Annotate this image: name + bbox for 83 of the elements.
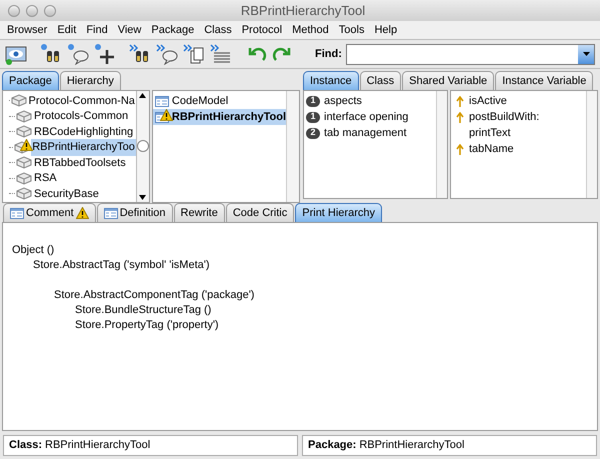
menu-item[interactable]: Protocol (236, 22, 288, 38)
document-icon (154, 96, 169, 106)
menu-item[interactable]: View (112, 22, 146, 38)
menu-item[interactable]: Edit (52, 22, 82, 38)
tab[interactable]: Instance Variable (495, 71, 594, 90)
scroll-down-icon[interactable] (139, 194, 146, 200)
package-icon (16, 110, 32, 123)
up-arrow-icon (456, 112, 464, 122)
plus-icon[interactable] (94, 43, 116, 65)
menu-item[interactable]: Find (81, 22, 113, 38)
hierarchy-line: Store.BundleStructureTag () (75, 303, 212, 318)
package-icon (16, 156, 32, 170)
package-icon (10, 94, 27, 108)
package-icon (16, 187, 32, 200)
status-value: RBPrintHierarchyTool (45, 438, 150, 454)
scrollbar[interactable] (286, 91, 299, 202)
find-label: Find: (315, 46, 342, 62)
scroll-thumb[interactable] (136, 140, 149, 152)
find-field[interactable] (346, 44, 595, 64)
caret-icon (582, 52, 590, 56)
up-arrow-icon (456, 96, 464, 106)
package-item[interactable]: SecurityBase (3, 186, 136, 202)
package-icon (16, 172, 32, 185)
menu-item[interactable]: Class (199, 22, 237, 38)
menu-item[interactable]: Method (287, 22, 334, 38)
category-row[interactable]: 1 interface opening (306, 109, 436, 125)
tab[interactable]: Class (360, 71, 402, 90)
menu-item[interactable]: Tools (334, 22, 370, 38)
count-badge: 1 (306, 112, 320, 122)
speech-bubble-icon[interactable] (156, 43, 178, 65)
tab[interactable]: Hierarchy (60, 71, 121, 90)
menu-item[interactable]: Help (369, 22, 402, 38)
warning-icon (76, 207, 89, 219)
hierarchy-line: Store.AbstractTag ('symbol' 'isMeta') (33, 258, 210, 273)
class-item[interactable]: CodeModel (152, 93, 286, 109)
window-title: RBPrintHierarchyTool (240, 2, 366, 20)
menu-item[interactable]: Browser (2, 22, 52, 38)
binoculars-icon[interactable] (129, 43, 151, 65)
scrollbar[interactable] (586, 91, 597, 198)
hierarchy-line: Object () (12, 243, 54, 258)
tab[interactable]: Shared Variable (402, 71, 494, 90)
tab[interactable]: Comment (3, 203, 96, 222)
documents-icon[interactable] (183, 43, 205, 65)
class-item[interactable]: RBPrintHierarchyTool (152, 109, 286, 125)
document-icon (104, 208, 118, 218)
tab[interactable]: Instance (303, 71, 359, 90)
tab[interactable]: Package (2, 71, 59, 90)
selector-row[interactable]: tabName (456, 141, 586, 157)
selector-row[interactable]: postBuildWith: (456, 109, 586, 125)
scrollbar[interactable] (136, 91, 149, 202)
category-row[interactable]: 2 tab management (306, 125, 436, 141)
status-value: RBPrintHierarchyTool (359, 438, 464, 454)
package-item[interactable]: Protocol-Common-Na (3, 93, 136, 108)
warning-icon (160, 108, 173, 120)
text-area[interactable]: Object () Store.AbstractTag ('symbol' 'isMeta') Store.AbstractComponentTag ('package') Store.BundleStructureTag () Store.PropertyTag ('property') (2, 222, 598, 431)
status-label: Class: (9, 438, 42, 454)
warning-icon (20, 138, 34, 151)
package-icon (16, 125, 32, 138)
count-badge: 1 (306, 96, 320, 106)
package-item[interactable]: RSA (3, 170, 136, 186)
status-label: Package: (308, 438, 356, 454)
package-item[interactable]: RBCodeHighlighting (3, 124, 136, 140)
selector-row[interactable]: isActive (456, 93, 586, 109)
scroll-up-icon[interactable] (139, 93, 146, 98)
hierarchy-line: Store.AbstractComponentTag ('package') (54, 288, 254, 303)
package-item[interactable]: RBTabbedToolsets (3, 155, 136, 170)
up-arrow-icon (456, 144, 464, 154)
dropdown-button[interactable] (578, 44, 594, 64)
menu-item[interactable]: Package (146, 22, 200, 38)
tab[interactable]: Code Critic (226, 203, 294, 222)
tab[interactable]: Rewrite (174, 203, 225, 222)
list-icon[interactable] (210, 43, 232, 65)
tab[interactable]: Print Hierarchy (295, 203, 382, 222)
selector-row[interactable]: printText (456, 125, 586, 141)
tab[interactable]: Definition (96, 203, 173, 222)
hierarchy-line: Store.PropertyTag ('property') (75, 318, 219, 333)
document-icon (10, 208, 24, 218)
count-badge: 2 (306, 128, 320, 138)
speech-bubble-icon[interactable] (67, 43, 89, 65)
scrollbar[interactable] (436, 91, 447, 198)
package-item[interactable]: Protocols-Common (3, 108, 136, 124)
binoculars-icon[interactable] (40, 43, 62, 65)
category-row[interactable]: 1 aspects (306, 93, 436, 109)
